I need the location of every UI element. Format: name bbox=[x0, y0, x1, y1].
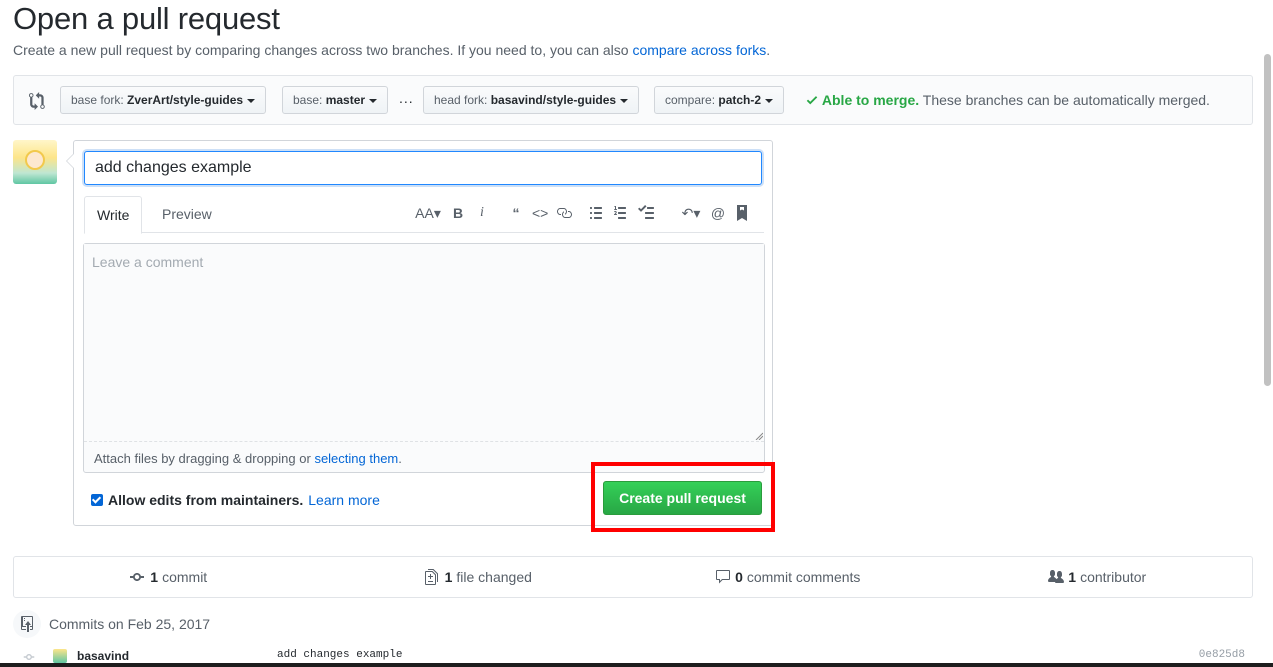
commit-author[interactable]: basavind bbox=[77, 649, 129, 663]
head-fork-label: head fork: bbox=[434, 93, 488, 107]
comment-icon bbox=[716, 570, 731, 584]
pr-summary-bar: 1 commit 1 file changed 0 commit comment… bbox=[13, 556, 1253, 598]
unordered-list-icon[interactable] bbox=[590, 205, 606, 221]
commits-tab[interactable]: 1 commit bbox=[14, 557, 324, 597]
comment-textarea[interactable] bbox=[84, 244, 764, 442]
attach-end: . bbox=[398, 451, 402, 466]
merge-status: Able to merge. These branches can be aut… bbox=[806, 92, 1210, 108]
compare-branch-select[interactable]: compare: patch-2 bbox=[654, 86, 785, 114]
people-icon bbox=[1048, 570, 1065, 583]
tab-preview[interactable]: Preview bbox=[150, 196, 224, 233]
ordered-list-icon[interactable] bbox=[614, 205, 630, 221]
contributors-label: contributor bbox=[1080, 569, 1147, 585]
attach-files-hint: Attach files by dragging & dropping or s… bbox=[94, 451, 402, 466]
file-diff-icon bbox=[424, 569, 438, 585]
merge-ok-text: Able to merge. bbox=[821, 92, 920, 108]
italic-icon[interactable]: i bbox=[474, 205, 490, 221]
select-files-link[interactable]: selecting them bbox=[314, 451, 398, 466]
head-fork-select[interactable]: head fork: basavind/style-guides bbox=[423, 86, 640, 114]
commits-date-heading: Commits on Feb 25, 2017 bbox=[13, 610, 210, 638]
contributors-count: 1 bbox=[1068, 569, 1077, 585]
comment-box: Attach files by dragging & dropping or s… bbox=[83, 243, 765, 473]
commits-count: 1 bbox=[150, 569, 159, 585]
header-text-icon[interactable]: AA▾ bbox=[414, 205, 442, 221]
commit-comments-tab[interactable]: 0 commit comments bbox=[633, 557, 943, 597]
git-commit-icon bbox=[130, 573, 145, 581]
subtitle-text: Create a new pull request by comparing c… bbox=[13, 42, 629, 58]
avatar[interactable] bbox=[13, 140, 57, 184]
comments-count: 0 bbox=[735, 569, 743, 585]
git-compare-icon bbox=[29, 92, 45, 110]
base-label: base: bbox=[293, 93, 323, 107]
commits-date-text: Commits on Feb 25, 2017 bbox=[49, 616, 211, 632]
task-list-icon[interactable] bbox=[638, 205, 654, 221]
link-icon[interactable] bbox=[556, 205, 572, 221]
bookmark-icon[interactable] bbox=[734, 205, 750, 221]
commit-message[interactable]: add changes example bbox=[277, 649, 402, 661]
page-title: Open a pull request bbox=[13, 1, 280, 36]
mention-icon[interactable]: @ bbox=[710, 205, 726, 221]
scrollbar[interactable] bbox=[1264, 54, 1271, 386]
allow-edits-label: Allow edits from maintainers. bbox=[108, 492, 304, 508]
attach-text: Attach files by dragging & dropping or bbox=[94, 451, 311, 466]
learn-more-link[interactable]: Learn more bbox=[308, 492, 380, 508]
base-fork-label: base fork: bbox=[71, 93, 124, 107]
check-icon bbox=[806, 96, 818, 105]
contributors-tab[interactable]: 1 contributor bbox=[943, 557, 1253, 597]
files-label: file changed bbox=[456, 569, 532, 585]
pr-title-input[interactable] bbox=[84, 151, 762, 185]
range-separator: ... bbox=[399, 90, 414, 106]
bold-icon[interactable]: B bbox=[450, 205, 466, 221]
base-fork-select[interactable]: base fork: ZverArt/style-guides bbox=[60, 86, 267, 114]
allow-edits-option: Allow edits from maintainers. Learn more bbox=[91, 492, 380, 508]
files-count: 1 bbox=[444, 569, 453, 585]
commit-sha[interactable]: 0e825d8 bbox=[1199, 649, 1245, 661]
window-bottom-edge bbox=[0, 663, 1273, 667]
compare-label: compare: bbox=[665, 93, 716, 107]
quote-icon[interactable]: “ bbox=[508, 205, 524, 221]
repo-push-icon bbox=[13, 610, 41, 638]
base-value: master bbox=[325, 93, 366, 107]
comments-label: commit comments bbox=[746, 569, 861, 585]
merge-description: These branches can be automatically merg… bbox=[922, 92, 1210, 108]
head-fork-value: basavind/style-guides bbox=[490, 93, 617, 107]
markdown-toolbar: AA▾ B i “ <> ↶▾ @ bbox=[410, 203, 754, 223]
create-pull-request-button[interactable]: Create pull request bbox=[603, 481, 762, 515]
caret-down-icon bbox=[247, 98, 256, 103]
allow-edits-checkbox[interactable] bbox=[91, 494, 103, 506]
avatar[interactable] bbox=[53, 649, 67, 663]
caret-down-icon bbox=[620, 98, 629, 103]
files-changed-tab[interactable]: 1 file changed bbox=[324, 557, 634, 597]
subtitle-end: . bbox=[766, 42, 771, 58]
avatar-face bbox=[25, 150, 45, 170]
git-commit-icon bbox=[23, 654, 35, 660]
reply-icon[interactable]: ↶▾ bbox=[680, 205, 702, 221]
page-subtitle: Create a new pull request by comparing c… bbox=[13, 42, 770, 58]
code-icon[interactable]: <> bbox=[532, 205, 548, 221]
resize-handle-icon[interactable] bbox=[755, 432, 763, 440]
compare-value: patch-2 bbox=[718, 93, 762, 107]
base-branch-select[interactable]: base: master bbox=[282, 86, 389, 114]
branch-range-editor: base fork: ZverArt/style-guides base: ma… bbox=[13, 75, 1253, 125]
caret-down-icon bbox=[369, 98, 378, 103]
base-fork-value: ZverArt/style-guides bbox=[127, 93, 244, 107]
commits-label: commit bbox=[162, 569, 208, 585]
caret-down-icon bbox=[765, 98, 774, 103]
tab-write[interactable]: Write bbox=[84, 196, 143, 234]
compare-across-forks-link[interactable]: compare across forks bbox=[632, 42, 766, 58]
